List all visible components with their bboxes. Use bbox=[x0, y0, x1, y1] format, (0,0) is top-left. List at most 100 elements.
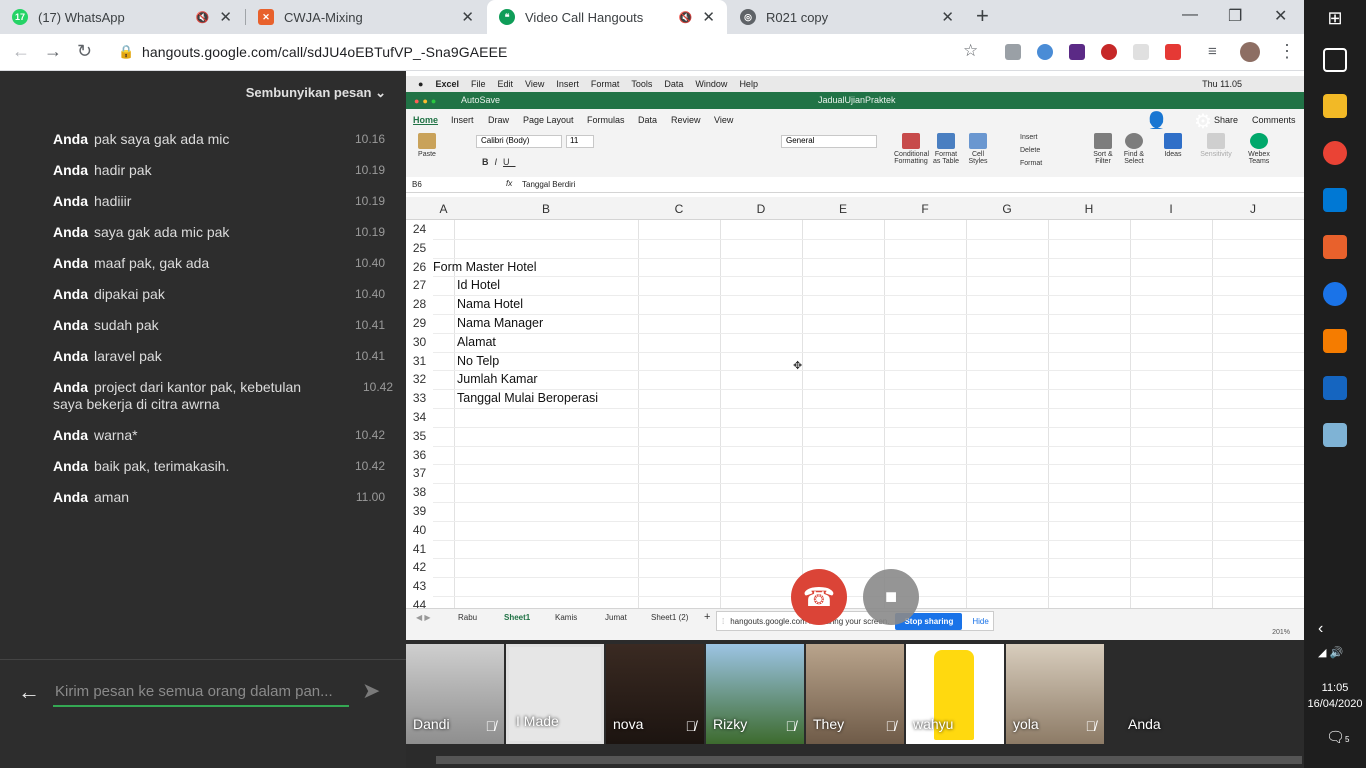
mic-muted-icon: 🎙̸ bbox=[785, 718, 797, 734]
xampp-icon[interactable] bbox=[1323, 235, 1347, 259]
grid-row-line bbox=[433, 408, 1304, 409]
close-tab-icon[interactable]: ✕ bbox=[219, 8, 232, 26]
participants-filmstrip: Dandi 🎙̸ I Made nova 🎙̸ Rizky 🎙̸ They 🎙̸ wahyu 🎙̸ y… bbox=[406, 640, 1366, 768]
formula-content: Tanggal Berdiri bbox=[522, 180, 576, 189]
tab-video-call-hangouts[interactable]: ❝ Video Call Hangouts 🔇 ✕ bbox=[487, 0, 727, 34]
grip-icon: ⁞ bbox=[722, 616, 725, 626]
network-volume-icons[interactable]: ◢ 🔊 bbox=[1318, 646, 1343, 659]
menu-data: Data bbox=[664, 79, 684, 89]
mic-muted-icon: 🎙̸ bbox=[985, 718, 997, 734]
delete-cells-label: Delete bbox=[1020, 147, 1041, 154]
restore-icon[interactable]: ❐ bbox=[1228, 6, 1242, 26]
conditional-formatting-icon bbox=[902, 133, 920, 149]
grid-row-line bbox=[433, 426, 1304, 428]
cell-text: Id Hotel bbox=[457, 278, 501, 293]
grid-row-line bbox=[433, 502, 1304, 503]
column-header-i: I bbox=[1169, 202, 1173, 216]
sort-filter-label: Sort & Filter bbox=[1093, 151, 1113, 165]
message-text: dipakai pak bbox=[94, 286, 165, 302]
notification-center-icon[interactable]: 🗨5 bbox=[1326, 728, 1350, 746]
profile-avatar[interactable] bbox=[1240, 42, 1260, 62]
extension-globe-icon[interactable] bbox=[1037, 44, 1053, 60]
sheet-tab-sheet1-2: Sheet1 (2) bbox=[651, 613, 689, 622]
notepad-icon[interactable] bbox=[1323, 423, 1347, 447]
back-arrow-icon[interactable]: ← bbox=[18, 679, 40, 705]
file-explorer-icon[interactable] bbox=[1323, 94, 1347, 118]
camera-toggle-button[interactable]: ■ bbox=[863, 569, 919, 625]
hang-up-button[interactable]: ☎ bbox=[791, 569, 847, 625]
participant-tile[interactable]: nova 🎙̸ bbox=[606, 644, 704, 744]
network-app-icon[interactable] bbox=[1323, 329, 1347, 353]
webex-group: Webex Teams bbox=[1242, 133, 1276, 165]
message-sender: Anda bbox=[53, 348, 88, 364]
participant-tile[interactable]: Dandi 🎙̸ bbox=[406, 644, 504, 744]
webex-icon bbox=[1250, 133, 1268, 149]
participant-tile[interactable]: yola 🎙̸ bbox=[1006, 644, 1104, 744]
photos-icon[interactable] bbox=[1323, 376, 1347, 400]
extension-pin-icon[interactable] bbox=[1165, 44, 1181, 60]
extension-stop-icon[interactable] bbox=[1101, 44, 1117, 60]
vscode-icon[interactable] bbox=[1323, 188, 1347, 212]
extension-v-icon[interactable] bbox=[1005, 44, 1021, 60]
forward-icon[interactable]: → bbox=[44, 41, 62, 62]
close-tab-icon[interactable]: ✕ bbox=[702, 8, 715, 26]
back-icon[interactable]: ← bbox=[12, 41, 30, 62]
address-bar[interactable]: hangouts.google.com/call/sdJU4oEBTufVP_-… bbox=[142, 44, 507, 60]
message-text: pak saya gak ada mic bbox=[94, 131, 230, 147]
filmstrip-scrollbar[interactable] bbox=[436, 756, 1302, 764]
close-tab-icon[interactable]: ✕ bbox=[461, 8, 474, 26]
message-sender: Anda bbox=[53, 255, 88, 271]
speaker-muted-icon[interactable]: 🔇 bbox=[196, 11, 210, 24]
sheet-tab-jumat: Jumat bbox=[605, 613, 627, 622]
cell-text: Nama Manager bbox=[457, 316, 544, 330]
menu-dots-icon[interactable]: ⋮ bbox=[1278, 41, 1296, 62]
cells-group: Insert Delete Format bbox=[1008, 131, 1042, 170]
system-clock[interactable]: 11:05 16/04/2020 bbox=[1304, 680, 1366, 712]
participant-tile[interactable]: wahyu 🎙̸ bbox=[906, 644, 1004, 744]
paste-label: Paste bbox=[418, 151, 436, 158]
grid-row-line bbox=[433, 464, 1304, 466]
tab-title: Video Call Hangouts bbox=[525, 9, 644, 25]
teamviewer-icon[interactable] bbox=[1323, 282, 1347, 306]
close-window-icon[interactable]: ✕ bbox=[1274, 6, 1287, 26]
media-control-icon[interactable]: ≡ bbox=[1208, 43, 1217, 60]
new-tab-button[interactable]: + bbox=[976, 3, 989, 29]
participant-tile[interactable]: Rizky 🎙̸ bbox=[706, 644, 804, 744]
grid-row-line bbox=[433, 520, 1304, 522]
message-sender: Anda bbox=[53, 458, 88, 474]
row-header: 30 bbox=[412, 334, 427, 349]
cell-text: Nama Hotel bbox=[457, 297, 523, 312]
extension-grid-icon[interactable] bbox=[1133, 44, 1149, 60]
column-headers: A B C D E F G H I J bbox=[406, 197, 1304, 220]
chat-message-input[interactable] bbox=[53, 677, 349, 707]
participant-tile[interactable]: I Made bbox=[506, 644, 604, 744]
chat-message: Anda laravel pak 10.41 bbox=[53, 348, 393, 365]
send-icon[interactable]: ➤ bbox=[362, 678, 380, 704]
speaker-muted-icon[interactable]: 🔇 bbox=[679, 11, 693, 24]
hide-share-notice-button[interactable]: Hide bbox=[972, 617, 988, 626]
row-header: 35 bbox=[412, 428, 427, 443]
reload-icon[interactable]: ↻ bbox=[77, 41, 92, 62]
extension-x-icon[interactable] bbox=[1069, 44, 1085, 60]
screen-share-notice: ⁞ hangouts.google.com is sharing your sc… bbox=[716, 611, 994, 631]
chevron-up-icon[interactable]: ‹ bbox=[1318, 620, 1323, 638]
hide-messages-button[interactable]: Sembunyikan pesan ⌄ bbox=[246, 85, 386, 101]
minimize-icon[interactable]: — bbox=[1182, 6, 1198, 24]
bookmark-star-icon[interactable]: ☆ bbox=[963, 41, 978, 61]
sheet-tab-kamis: Kamis bbox=[555, 613, 578, 622]
participant-tile[interactable]: They 🎙̸ bbox=[806, 644, 904, 744]
close-tab-icon[interactable]: ✕ bbox=[941, 8, 954, 26]
chat-message: Anda project dari kantor pak, kebetulan s… bbox=[53, 379, 393, 413]
task-view-icon[interactable] bbox=[1323, 48, 1347, 72]
lock-icon[interactable]: 🔒 bbox=[118, 44, 134, 60]
tab-whatsapp[interactable]: 17 (17) WhatsApp 🔇 ✕ bbox=[0, 0, 244, 34]
windows-start-icon[interactable]: ⊞ bbox=[1323, 8, 1347, 32]
grid-row-line bbox=[433, 314, 1304, 315]
grid-column-line bbox=[638, 220, 639, 608]
tab-r021-copy[interactable]: ◎ R021 copy ✕ bbox=[728, 0, 966, 34]
message-time: 10.40 bbox=[354, 256, 385, 270]
message-time: 10.19 bbox=[354, 163, 385, 177]
divider bbox=[0, 659, 406, 660]
chrome-icon[interactable] bbox=[1323, 141, 1347, 165]
tab-cwja-mixing[interactable]: ✕ CWJA-Mixing ✕ bbox=[246, 0, 486, 34]
